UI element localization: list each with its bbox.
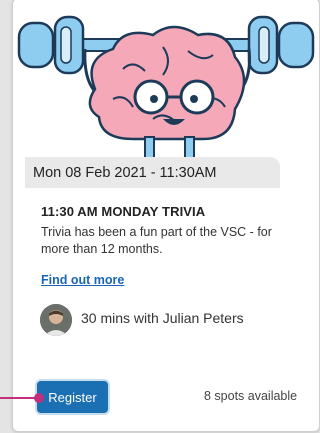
event-card: Mon 08 Feb 2021 - 11:30AM 11:30 AM MONDA…: [12, 0, 320, 432]
pointer-line: [0, 397, 36, 399]
avatar: [40, 304, 72, 336]
register-button[interactable]: Register: [37, 381, 108, 413]
event-title: 11:30 AM MONDAY TRIVIA: [41, 204, 206, 219]
event-description: Trivia has been a fun part of the VSC - …: [41, 225, 272, 256]
pointer-dot-icon: [34, 393, 44, 403]
brain-lifting-dumbbell-icon: [17, 15, 315, 168]
find-out-more-link[interactable]: Find out more: [41, 273, 124, 287]
event-date-label: Mon 08 Feb 2021 - 11:30AM: [25, 157, 280, 188]
host-info: 30 mins with Julian Peters: [81, 310, 244, 326]
spots-available: 8 spots available: [204, 389, 298, 403]
